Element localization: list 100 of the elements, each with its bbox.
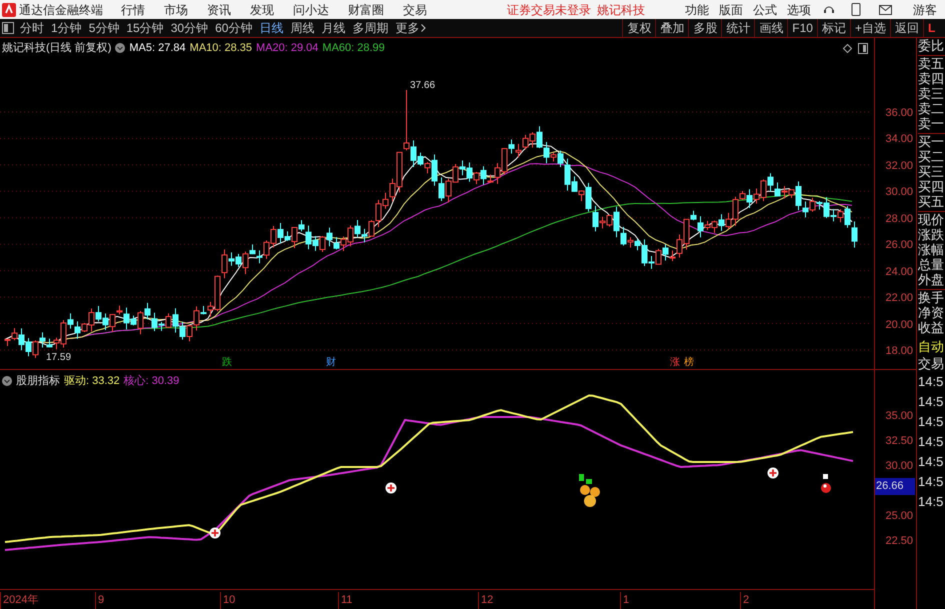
- diamond-icon[interactable]: [843, 44, 852, 53]
- toolbar-button[interactable]: +自选: [850, 19, 890, 37]
- quote-label: 现价: [918, 212, 945, 227]
- toolbar-button[interactable]: F10: [787, 19, 817, 37]
- toolbar-button[interactable]: 标记: [816, 19, 850, 37]
- menu-item[interactable]: 问小达: [293, 0, 329, 18]
- trade-time: 14:5: [918, 453, 944, 471]
- quote-label: 卖一: [918, 116, 945, 134]
- toolbar-button[interactable]: 统计: [721, 19, 754, 37]
- period-tab[interactable]: 分时: [20, 19, 44, 37]
- service-icon[interactable]: [823, 4, 835, 16]
- date-label: 2: [740, 592, 750, 608]
- current-value-tag: 26.66: [875, 478, 915, 494]
- indicator-legend: 核心: 30.39: [124, 373, 180, 390]
- price-tick: 24.00: [885, 264, 913, 280]
- login-status: 证券交易未登录: [507, 2, 591, 18]
- event-mark[interactable]: 财: [326, 357, 336, 368]
- period-tab[interactable]: 日线: [259, 19, 284, 37]
- quote-label: 净资: [918, 305, 945, 320]
- ma-legend: MA60: 28.99: [322, 40, 385, 56]
- quote-label: 涨幅: [918, 242, 945, 257]
- indicator-legend: 驱动: 33.32: [64, 373, 120, 390]
- period-tab[interactable]: 30分钟: [170, 19, 208, 37]
- chevron-right-icon: [421, 24, 426, 32]
- menu-item[interactable]: 功能: [685, 0, 709, 18]
- price-tick: 22.00: [885, 291, 913, 306]
- toolbar-button[interactable]: 叠加: [655, 19, 688, 37]
- menu-item[interactable]: 版面: [719, 0, 743, 18]
- chart-title: 姚记科技(日线 前复权): [2, 41, 112, 56]
- phone-icon[interactable]: [851, 3, 861, 16]
- indicator-tick: 22.50: [885, 534, 913, 549]
- trade-time: 14:5: [918, 473, 944, 491]
- period-tab[interactable]: 60分钟: [215, 19, 252, 37]
- ma-legend: MA20: 29.04: [256, 40, 318, 56]
- period-tab[interactable]: 1分钟: [51, 19, 82, 37]
- price-tick: 30.00: [885, 185, 913, 200]
- quote-label: 卖五: [918, 56, 945, 71]
- quote-label: 买一: [918, 134, 945, 149]
- date-label: 12: [478, 592, 494, 608]
- menu-item[interactable]: 行情: [121, 0, 145, 18]
- period-tab[interactable]: 月线: [321, 19, 346, 37]
- ball-icon: [820, 474, 832, 494]
- menu-item[interactable]: 发现: [250, 0, 274, 18]
- auto-trade-label: 自动: [918, 338, 945, 355]
- panel-toggle-icon[interactable]: [2, 22, 14, 34]
- low-price-label: 17.59: [46, 351, 72, 365]
- indicator-tick: 25.00: [885, 509, 913, 524]
- trade-label: 交易: [918, 355, 945, 372]
- quote-label: 换手: [918, 290, 945, 305]
- quote-label: 收益: [918, 320, 945, 335]
- circled-plus-icon: [385, 482, 397, 494]
- collapse-icon[interactable]: [2, 376, 12, 386]
- price-tick: 34.00: [885, 132, 913, 148]
- price-tick: 20.00: [885, 318, 913, 333]
- toolbar-button[interactable]: 多股: [688, 19, 722, 37]
- coin-stack-icon: [577, 474, 603, 508]
- price-tick: 26.00: [885, 238, 913, 254]
- quote-label: 总量: [918, 257, 945, 272]
- mail-icon[interactable]: [879, 4, 892, 14]
- circled-plus-icon: [209, 527, 221, 539]
- price-tick: 32.00: [885, 158, 913, 174]
- high-price-label: 37.66: [410, 79, 436, 93]
- trade-time: 14:5: [918, 373, 944, 391]
- quote-label: 外盘: [918, 272, 945, 290]
- price-tick: 18.00: [885, 344, 913, 359]
- panel-toggle-icon[interactable]: [858, 43, 868, 54]
- trade-time: 14:5: [918, 433, 944, 451]
- period-tab[interactable]: 5分钟: [88, 19, 120, 37]
- circled-plus-icon: [767, 467, 779, 479]
- toolbar-button[interactable]: 返回: [890, 19, 923, 37]
- indicator-tick: 32.50: [885, 434, 913, 449]
- more-button[interactable]: 更多: [395, 19, 426, 37]
- guest-user[interactable]: 游客: [913, 0, 937, 18]
- toolbar-button[interactable]: 复权: [622, 19, 656, 37]
- period-tab[interactable]: 多周期: [352, 19, 388, 37]
- quote-label: 委比: [918, 38, 945, 56]
- ma-legend: MA5: 27.84: [129, 40, 186, 56]
- corner-badge: L: [923, 19, 945, 37]
- date-label: 2024年: [0, 592, 38, 608]
- menu-item[interactable]: 公式: [753, 0, 777, 18]
- trade-time: 14:5: [918, 393, 944, 411]
- indicator-tick: 30.00: [885, 459, 913, 474]
- quote-label: 买四: [918, 179, 945, 194]
- trade-time: 14:5: [918, 413, 944, 431]
- menu-item[interactable]: 市场: [164, 0, 188, 18]
- menu-item[interactable]: 交易: [403, 0, 427, 18]
- menu-item[interactable]: 资讯: [207, 0, 231, 18]
- menu-item[interactable]: 财富圈: [348, 0, 384, 18]
- event-mark[interactable]: 跌: [222, 357, 232, 368]
- period-tab[interactable]: 15分钟: [126, 19, 164, 37]
- period-tab[interactable]: 周线: [290, 19, 314, 37]
- quote-label: 买五: [918, 194, 945, 212]
- price-tick: 36.00: [885, 106, 913, 121]
- toolbar-button[interactable]: 画线: [754, 19, 788, 37]
- collapse-icon[interactable]: [115, 43, 126, 54]
- quote-label: 卖二: [918, 101, 945, 116]
- price-tick: 28.00: [885, 212, 913, 227]
- event-mark[interactable]: 榜: [684, 357, 694, 368]
- menu-item[interactable]: 选项: [787, 0, 811, 18]
- event-mark[interactable]: 涨: [670, 357, 680, 368]
